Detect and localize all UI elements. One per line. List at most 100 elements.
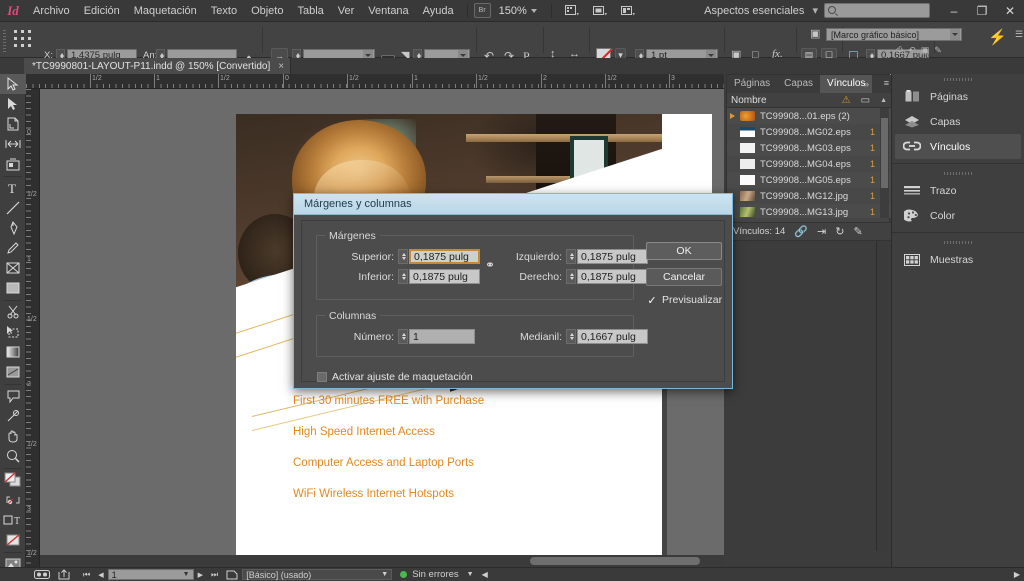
close-icon[interactable]: × bbox=[278, 61, 284, 72]
arrange-documents-icon[interactable] bbox=[617, 3, 639, 19]
horizontal-ruler[interactable]: 1/2 1 1/2 0 1/2 1 1/2 2 1/2 3 bbox=[26, 74, 724, 89]
bridge-icon[interactable]: Br bbox=[473, 3, 491, 18]
type-tool[interactable]: T bbox=[0, 178, 26, 198]
master-page-icon[interactable] bbox=[222, 568, 242, 581]
margin-right-stepper[interactable] bbox=[566, 269, 576, 284]
next-page-button[interactable]: ▶ bbox=[194, 568, 207, 581]
hand-tool[interactable] bbox=[0, 426, 26, 446]
note-tool[interactable] bbox=[0, 386, 26, 406]
margin-left-field[interactable]: 0,1875 pulg bbox=[577, 249, 648, 264]
fill-stroke-swatches[interactable] bbox=[0, 470, 26, 490]
gutter-stepper[interactable] bbox=[566, 329, 576, 344]
preflight-profile-dropdown[interactable]: [Básico] (usado) ▼ bbox=[242, 569, 393, 580]
list-item[interactable]: TC99908...MG05.eps 1 bbox=[727, 172, 891, 188]
error-status-dropdown[interactable]: ▼ bbox=[463, 568, 478, 581]
cancel-button[interactable]: Cancelar bbox=[646, 268, 722, 286]
column-number-stepper[interactable] bbox=[398, 329, 408, 344]
tab-paginas[interactable]: Páginas bbox=[727, 75, 777, 93]
relink-icon[interactable]: 🔗 bbox=[794, 225, 808, 238]
gradient-swatch-tool[interactable] bbox=[0, 342, 26, 362]
layout-adjustment-row[interactable]: Activar ajuste de maquetación bbox=[317, 371, 473, 383]
page-number-field[interactable]: 1 ▼ bbox=[107, 569, 194, 580]
menu-ver[interactable]: Ver bbox=[331, 0, 362, 22]
window-minimize-button[interactable]: – bbox=[940, 0, 968, 22]
margin-top-stepper[interactable] bbox=[398, 249, 408, 264]
vertical-ruler[interactable]: 0 1/2 1 1/2 2 1/2 3 1/2 bbox=[26, 89, 40, 567]
update-link-icon[interactable]: ↻ bbox=[835, 225, 844, 238]
page-text-line-1[interactable]: First 30 minutes FREE with Purchase bbox=[293, 395, 484, 407]
chevron-down-icon[interactable]: ▼ bbox=[381, 570, 391, 580]
preview-checkbox[interactable]: ✓ bbox=[647, 295, 657, 307]
prev-page-button[interactable]: ◀ bbox=[94, 568, 107, 581]
zoom-level-control[interactable]: 150% bbox=[491, 5, 545, 17]
margin-right-field[interactable]: 0,1875 pulg bbox=[577, 269, 648, 284]
document-tab[interactable]: *TC9990801-LAYOUT-P11.indd @ 150% [Conve… bbox=[24, 58, 292, 74]
sort-asc-icon[interactable]: ▲ bbox=[880, 97, 887, 104]
free-transform-tool[interactable] bbox=[0, 322, 26, 342]
edit-original-icon[interactable]: ✎ bbox=[853, 225, 862, 238]
dock-item-capas[interactable]: Capas bbox=[895, 109, 1021, 134]
panel-menu-icon[interactable]: ≡ bbox=[884, 78, 889, 88]
canvas-horizontal-scrollbar[interactable] bbox=[40, 555, 724, 567]
tab-capas[interactable]: Capas bbox=[777, 75, 820, 93]
swap-fill-stroke-icon[interactable] bbox=[0, 490, 26, 510]
dock-grip-3[interactable] bbox=[892, 237, 1024, 247]
column-number-field[interactable]: 1 bbox=[409, 329, 475, 344]
expand-arrow-icon[interactable] bbox=[730, 113, 735, 119]
dock-item-color[interactable]: Color bbox=[895, 203, 1021, 228]
gradient-feather-tool[interactable] bbox=[0, 362, 26, 382]
dock-item-vinculos[interactable]: Vínculos bbox=[895, 134, 1021, 159]
dock-item-paginas[interactable]: Páginas bbox=[895, 84, 1021, 109]
list-item[interactable]: TC99908...01.eps (2) bbox=[727, 108, 891, 124]
ok-button[interactable]: OK bbox=[646, 242, 722, 260]
scrollbar-thumb[interactable] bbox=[530, 557, 700, 565]
dock-grip-1[interactable] bbox=[892, 74, 1024, 84]
dock-item-trazo[interactable]: Trazo bbox=[895, 178, 1021, 203]
rectangle-frame-tool[interactable] bbox=[0, 258, 26, 278]
page-text-line-2[interactable]: High Speed Internet Access bbox=[293, 426, 435, 438]
goto-link-icon[interactable]: ⇥ bbox=[817, 225, 826, 238]
scissors-tool[interactable] bbox=[0, 302, 26, 322]
window-restore-button[interactable]: ❐ bbox=[968, 0, 996, 22]
margins-and-columns-dialog[interactable]: Márgenes y columnas Márgenes Superior: 0… bbox=[293, 193, 733, 389]
pen-tool[interactable] bbox=[0, 218, 26, 238]
collapse-panel-icon[interactable]: » bbox=[864, 79, 869, 89]
preview-row[interactable]: ✓ Previsualizar bbox=[647, 294, 722, 307]
menu-ventana[interactable]: Ventana bbox=[361, 0, 415, 22]
rectangle-tool[interactable] bbox=[0, 278, 26, 298]
page-text-line-4[interactable]: WiFi Wireless Internet Hotspots bbox=[293, 488, 454, 500]
line-tool[interactable] bbox=[0, 198, 26, 218]
content-collector-tool[interactable] bbox=[0, 154, 26, 174]
gap-tool[interactable] bbox=[0, 134, 26, 154]
layout-adjustment-checkbox[interactable] bbox=[317, 372, 327, 382]
list-item[interactable]: TC99908...MG02.eps 1 bbox=[727, 124, 891, 140]
status-scroll-right-icon[interactable]: ▶ bbox=[1010, 568, 1024, 581]
view-screen-mode-icon[interactable] bbox=[561, 3, 583, 19]
menu-maquetacion[interactable]: Maquetación bbox=[127, 0, 204, 22]
eyedropper-tool[interactable] bbox=[0, 406, 26, 426]
links-list[interactable]: TC99908...01.eps (2) TC99908...MG02.eps … bbox=[727, 108, 891, 218]
dock-grip-2[interactable] bbox=[892, 168, 1024, 178]
scrollbar-thumb[interactable] bbox=[881, 118, 888, 188]
share-document-icon[interactable] bbox=[54, 568, 75, 581]
menu-ayuda[interactable]: Ayuda bbox=[416, 0, 461, 22]
list-item[interactable]: TC99908...MG04.eps 1 bbox=[727, 156, 891, 172]
margin-left-stepper[interactable] bbox=[566, 249, 576, 264]
control-bar-grip[interactable] bbox=[2, 28, 7, 52]
first-page-button[interactable]: ⏮ bbox=[79, 568, 94, 581]
links-list-scrollbar[interactable] bbox=[880, 108, 889, 218]
list-item[interactable]: TC99908...MG03.eps 1 bbox=[727, 140, 891, 156]
pencil-tool[interactable] bbox=[0, 238, 26, 258]
selection-tool[interactable] bbox=[0, 74, 26, 94]
reference-point-proxy[interactable] bbox=[14, 30, 36, 50]
gutter-field[interactable]: 0,1667 pulg bbox=[577, 329, 648, 344]
menu-edicion[interactable]: Edición bbox=[77, 0, 127, 22]
dock-item-muestras[interactable]: Muestras bbox=[895, 247, 1021, 272]
preflight-icon[interactable] bbox=[30, 568, 54, 581]
menu-tabla[interactable]: Tabla bbox=[290, 0, 330, 22]
apply-none-icon[interactable] bbox=[0, 530, 26, 550]
menu-archivo[interactable]: Archivo bbox=[26, 0, 77, 22]
page-tool[interactable] bbox=[0, 114, 26, 134]
last-page-button[interactable]: ⏭ bbox=[207, 568, 222, 581]
page-text-line-3[interactable]: Computer Access and Laptop Ports bbox=[293, 457, 474, 469]
